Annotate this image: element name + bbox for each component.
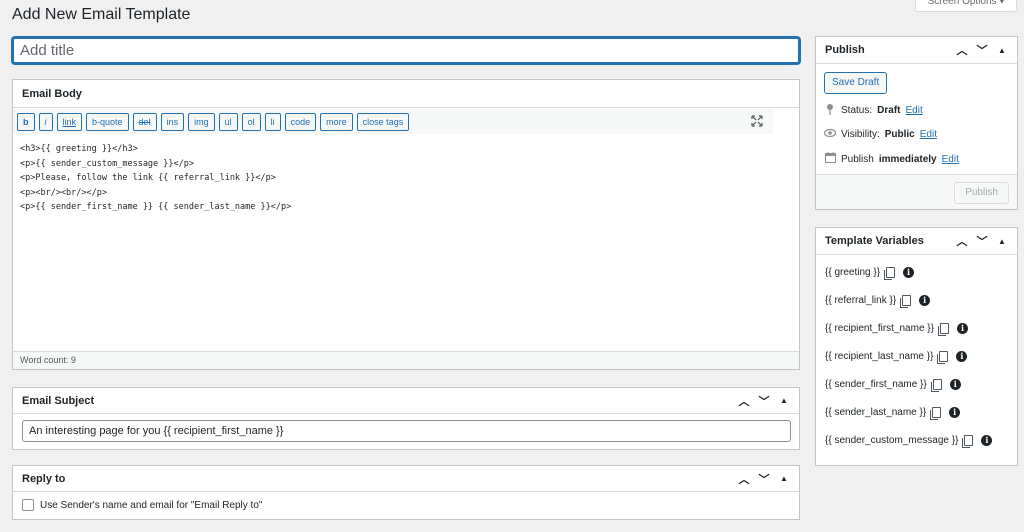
publish-button[interactable]: Publish xyxy=(954,182,1009,204)
email-subject-header: Email Subject ︿ ﹀ ▲ xyxy=(13,388,799,414)
copy-icon[interactable] xyxy=(937,351,949,364)
publish-header: Publish ︿ ﹀ ▲ xyxy=(816,37,1017,64)
chevron-up-icon[interactable]: ︿ xyxy=(956,233,968,249)
fullscreen-icon[interactable] xyxy=(751,115,763,130)
variable-row: {{ sender_first_name }} i xyxy=(825,379,961,392)
edit-visibility-link[interactable]: Edit xyxy=(920,129,937,140)
variable-row: {{ recipient_last_name }} i xyxy=(825,351,968,364)
edit-status-link[interactable]: Edit xyxy=(905,105,922,116)
qt-code-button[interactable]: code xyxy=(284,112,317,131)
variable-row: {{ referral_link }} i xyxy=(825,295,931,308)
variable-row: {{ recipient_first_name }} i xyxy=(825,323,968,336)
info-icon[interactable]: i xyxy=(949,407,961,418)
page-title: Add New Email Template xyxy=(12,6,191,23)
qt-ul-button[interactable]: ul xyxy=(218,112,238,131)
info-icon[interactable]: i xyxy=(981,435,993,446)
save-draft-button[interactable]: Save Draft xyxy=(824,72,888,94)
qt-close-tags-button[interactable]: close tags xyxy=(356,112,410,131)
collapse-toggle-icon[interactable]: ▲ xyxy=(996,237,1008,246)
quicktags-toolbar: b i link b-quote del ins img ul ol li co… xyxy=(13,109,773,134)
schedule-value: immediately xyxy=(878,153,937,165)
eye-icon xyxy=(823,128,837,141)
reply-to-checkbox-label: Use Sender's name and email for "Email R… xyxy=(40,499,263,511)
template-variables-box: Template Variables ︿ ﹀ ▲ {{ greeting }} … xyxy=(815,227,1018,466)
email-body-heading: Email Body xyxy=(22,87,82,100)
qt-li-button[interactable]: li xyxy=(264,112,281,131)
word-count: Word count: 9 xyxy=(13,351,799,369)
qt-ins-button[interactable]: ins xyxy=(160,112,185,131)
calendar-icon xyxy=(824,152,836,166)
chevron-up-icon[interactable]: ︿ xyxy=(738,471,750,487)
info-icon[interactable]: i xyxy=(956,323,968,334)
variable-row: {{ sender_custom_message }} i xyxy=(825,435,993,448)
edit-schedule-link[interactable]: Edit xyxy=(942,154,959,165)
email-subject-input[interactable]: An interesting page for you {{ recipient… xyxy=(22,420,791,442)
reply-to-heading: Reply to xyxy=(22,472,66,485)
title-input[interactable] xyxy=(12,37,800,64)
visibility-label: Visibility: xyxy=(841,129,880,140)
qt-del-button[interactable]: del xyxy=(132,112,157,131)
status-label: Status: xyxy=(841,105,873,116)
chevron-down-icon[interactable]: ﹀ xyxy=(758,393,770,409)
publish-footer: Publish xyxy=(816,174,1017,209)
screen-options-button[interactable]: Screen Options ▾ xyxy=(915,0,1017,12)
reply-to-box: Reply to ︿ ﹀ ▲ Use Sender's name and ema… xyxy=(12,465,800,520)
variable-row: {{ sender_last_name }} i xyxy=(825,407,961,420)
variable-name: {{ sender_custom_message }} xyxy=(825,435,959,446)
qt-italic-button[interactable]: i xyxy=(38,112,53,131)
qt-img-button[interactable]: img xyxy=(188,112,215,131)
email-body-editor[interactable]: <h3>{{ greeting }}</h3> <p>{{ sender_cus… xyxy=(14,136,798,354)
chevron-up-icon[interactable]: ︿ xyxy=(956,42,968,58)
variable-name: {{ referral_link }} xyxy=(825,295,897,306)
info-icon[interactable]: i xyxy=(919,295,931,306)
qt-blockquote-button[interactable]: b-quote xyxy=(86,112,129,131)
template-variables-heading: Template Variables xyxy=(825,235,924,247)
status-value: Draft xyxy=(877,105,901,116)
email-subject-heading: Email Subject xyxy=(22,394,95,407)
email-body-header: Email Body xyxy=(13,80,799,108)
email-subject-box: Email Subject ︿ ﹀ ▲ An interesting page … xyxy=(12,387,800,450)
chevron-down-icon[interactable]: ﹀ xyxy=(976,233,988,249)
copy-icon[interactable] xyxy=(930,379,942,392)
publish-heading: Publish xyxy=(825,44,865,56)
visibility-value: Public xyxy=(884,129,915,140)
pin-icon xyxy=(824,103,836,118)
qt-link-button[interactable]: link xyxy=(56,112,83,131)
chevron-down-icon[interactable]: ﹀ xyxy=(976,42,988,58)
qt-more-button[interactable]: more xyxy=(320,112,353,131)
copy-icon[interactable] xyxy=(884,267,896,280)
info-icon[interactable]: i xyxy=(956,351,968,362)
info-icon[interactable]: i xyxy=(949,379,961,390)
variable-name: {{ recipient_last_name }} xyxy=(825,351,934,362)
variable-name: {{ sender_first_name }} xyxy=(825,379,927,390)
email-body-box: Email Body b i link b-quote del ins img … xyxy=(12,79,800,370)
reply-to-checkbox[interactable] xyxy=(22,499,34,511)
reply-to-header: Reply to ︿ ﹀ ▲ xyxy=(13,466,799,492)
variable-name: {{ recipient_first_name }} xyxy=(825,323,934,334)
variable-name: {{ greeting }} xyxy=(825,267,881,278)
template-variables-header: Template Variables ︿ ﹀ ▲ xyxy=(816,228,1017,255)
copy-icon[interactable] xyxy=(900,295,912,308)
collapse-toggle-icon[interactable]: ▲ xyxy=(778,396,790,405)
variable-row: {{ greeting }} i xyxy=(825,267,915,280)
collapse-toggle-icon[interactable]: ▲ xyxy=(996,46,1008,55)
chevron-down-icon[interactable]: ﹀ xyxy=(758,471,770,487)
publish-box: Publish ︿ ﹀ ▲ Save Draft Status: Draft E… xyxy=(815,36,1018,210)
qt-bold-button[interactable]: b xyxy=(17,112,35,131)
schedule-label: Publish xyxy=(841,153,874,165)
qt-ol-button[interactable]: ol xyxy=(241,112,261,131)
collapse-toggle-icon[interactable]: ▲ xyxy=(778,474,790,483)
copy-icon[interactable] xyxy=(962,435,974,448)
chevron-up-icon[interactable]: ︿ xyxy=(738,393,750,409)
variable-name: {{ sender_last_name }} xyxy=(825,407,927,418)
info-icon[interactable]: i xyxy=(903,267,915,278)
copy-icon[interactable] xyxy=(930,407,942,420)
copy-icon[interactable] xyxy=(937,323,949,336)
